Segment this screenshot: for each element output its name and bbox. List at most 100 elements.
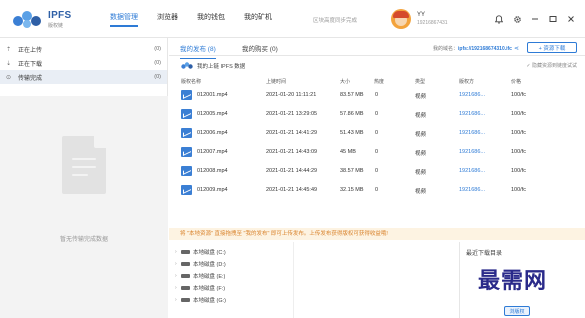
empty-state: 暂无传输完成数据 xyxy=(0,96,168,318)
nav-miner[interactable]: 我的矿机 xyxy=(244,13,272,23)
cell-heat: 0 xyxy=(375,130,379,136)
drive-item[interactable]: › 本地磁盘 (F:) xyxy=(169,282,459,294)
maximize-icon[interactable] xyxy=(547,13,559,25)
drive-item[interactable]: › 本地磁盘 (C:) xyxy=(169,246,459,258)
table-row[interactable]: 012005.mp4 2021-01-21 13:29:05 57.86 MB 0 视频… xyxy=(169,105,585,124)
tab-my-purchased[interactable]: 我的购买 (0) xyxy=(242,43,278,53)
cell-name: 012005.mp4 xyxy=(197,111,228,117)
table-row[interactable]: 012006.mp4 2021-01-21 14:41:29 51.43 MB 0 视频… xyxy=(169,124,585,143)
minimize-icon[interactable] xyxy=(529,13,541,25)
app-title: IPFS xyxy=(48,10,72,21)
cell-owner[interactable]: 1921686... xyxy=(459,149,485,155)
cell-owner[interactable]: 1921686... xyxy=(459,92,485,98)
cell-type: 视频 xyxy=(415,189,427,195)
cell-owner[interactable]: 1921686... xyxy=(459,168,485,174)
sidebar-item-count: (0) xyxy=(154,74,161,80)
sidebar-item-downloading[interactable]: ⇣ 正在下载 (0) xyxy=(0,56,167,70)
table-row[interactable]: 012008.mp4 2021-01-21 14:44:29 38.57 MB 0 视频… xyxy=(169,162,585,181)
drive-label: 本地磁盘 (E:) xyxy=(193,274,226,280)
video-file-icon xyxy=(181,147,192,157)
sidebar-item-label: 正在下载 xyxy=(18,61,43,68)
empty-state-text: 暂无传输完成数据 xyxy=(59,237,108,243)
ipfs-logo-icon xyxy=(13,11,41,28)
video-file-icon xyxy=(181,109,192,119)
document-icon xyxy=(62,136,106,194)
share-icon[interactable]: ⋖ xyxy=(514,46,519,52)
drive-label: 本地磁盘 (C:) xyxy=(193,250,226,256)
col-owner[interactable]: 版权方 xyxy=(459,78,474,85)
cell-time: 2021-01-21 13:29:05 xyxy=(266,111,318,117)
video-file-icon xyxy=(181,90,192,100)
cell-time: 2021-01-21 14:44:29 xyxy=(266,168,318,174)
cell-price: 100/fc xyxy=(511,149,526,155)
nav-browser[interactable]: 浏览器 xyxy=(157,13,178,23)
recent-download-title: 最近下载目录 xyxy=(466,251,503,257)
cell-owner[interactable]: 1921686... xyxy=(459,111,485,117)
nav-wallet[interactable]: 我的钱包 xyxy=(197,13,225,23)
section-title: 我的上链 IPFS 数据 xyxy=(197,64,246,70)
cell-heat: 0 xyxy=(375,187,379,193)
cell-time: 2021-01-21 14:41:29 xyxy=(266,130,318,136)
cell-type: 视频 xyxy=(415,113,427,119)
sidebar-item-label: 正在上传 xyxy=(18,47,43,54)
drive-item[interactable]: › 本地磁盘 (G:) xyxy=(169,294,459,306)
copyright-button[interactable]: 浏版权 xyxy=(504,306,530,316)
disk-icon xyxy=(181,250,190,254)
avatar[interactable] xyxy=(391,9,411,29)
sidebar-item-label: 传输完成 xyxy=(18,75,43,82)
cell-type: 视频 xyxy=(415,151,427,157)
sidebar-item-uploading[interactable]: ⇡ 正在上传 (0) xyxy=(0,42,167,56)
cell-time: 2021-01-21 14:45:49 xyxy=(266,187,318,193)
divider xyxy=(293,242,294,318)
bell-icon[interactable] xyxy=(493,13,505,25)
table-row[interactable]: 012009.mp4 2021-01-21 14:45:49 32.15 MB 0 视频… xyxy=(169,181,585,200)
close-icon[interactable] xyxy=(565,13,577,25)
cell-size: 38.57 MB xyxy=(340,168,364,174)
col-price[interactable]: 价格 xyxy=(511,78,521,85)
cell-owner[interactable]: 1921686... xyxy=(459,187,485,193)
cell-price: 100/fc xyxy=(511,130,526,136)
drive-item[interactable]: › 本地磁盘 (D:) xyxy=(169,258,459,270)
drive-label: 本地磁盘 (G:) xyxy=(193,298,226,304)
check-circle-icon: ⊙ xyxy=(6,74,12,81)
col-name[interactable]: 版权名称 xyxy=(181,78,201,85)
app-subtitle: 版权链 xyxy=(48,23,64,29)
resource-download-button[interactable]: + 资源下载 xyxy=(527,42,577,53)
top-bar: IPFS 版权链 数据管理 浏览器 我的钱包 我的矿机 区块高度同步完成 YY … xyxy=(0,0,585,38)
drive-list: › 本地磁盘 (C:) › 本地磁盘 (D:) › 本地磁盘 (E:) › 本地磁盘 (F:)… xyxy=(169,246,459,306)
cell-price: 100/fc xyxy=(511,187,526,193)
col-size[interactable]: 大小 xyxy=(340,78,350,85)
cell-heat: 0 xyxy=(375,149,379,155)
cell-name: 012008.mp4 xyxy=(197,168,228,174)
drive-item[interactable]: › 本地磁盘 (E:) xyxy=(169,270,459,282)
col-heat[interactable]: 热度 xyxy=(374,78,384,85)
disk-icon xyxy=(181,286,190,290)
cell-size: 57.86 MB xyxy=(340,111,364,117)
sidebar-item-count: (0) xyxy=(154,46,161,52)
cell-price: 100/fc xyxy=(511,92,526,98)
col-type[interactable]: 类型 xyxy=(415,78,425,85)
cell-type: 视频 xyxy=(415,170,427,176)
cell-heat: 0 xyxy=(375,92,379,98)
nav-data-management[interactable]: 数据管理 xyxy=(110,13,138,27)
ipfs-small-icon xyxy=(181,62,193,69)
video-file-icon xyxy=(181,185,192,195)
video-file-icon xyxy=(181,166,192,176)
video-file-icon xyxy=(181,128,192,138)
tab-my-published[interactable]: 我的发布 (8) xyxy=(180,43,216,59)
table-row[interactable]: 012001.mp4 2021-01-20 11:11:21 83.57 MB 0 视频… xyxy=(169,86,585,105)
col-time[interactable]: 上链时间 xyxy=(266,78,286,85)
drag-upload-notice: 将 "本地资源" 直接拖拽至 "我的发布" 即可上传发布。上传发布获得版权可获得… xyxy=(169,228,585,240)
hide-resource-toggle[interactable]: ✓ 隐藏资源到链度试试 xyxy=(526,62,577,69)
disk-icon xyxy=(181,274,190,278)
transfer-sidebar: ⇡ 正在上传 (0) ⇣ 正在下载 (0) ⊙ 传输完成 (0) 暂无传输完成数… xyxy=(0,38,168,318)
cell-owner[interactable]: 1921686... xyxy=(459,130,485,136)
gear-icon[interactable] xyxy=(511,13,523,25)
section-header: 我的上链 IPFS 数据 ✓ 隐藏资源到链度试试 xyxy=(169,57,585,73)
table-row[interactable]: 012007.mp4 2021-01-21 14:43:09 45 MB 0 视频 192… xyxy=(169,143,585,162)
sidebar-item-completed[interactable]: ⊙ 传输完成 (0) xyxy=(0,70,167,84)
cell-price: 100/fc xyxy=(511,168,526,174)
cell-type: 视频 xyxy=(415,132,427,138)
window-controls xyxy=(487,13,577,25)
cell-heat: 0 xyxy=(375,111,379,117)
